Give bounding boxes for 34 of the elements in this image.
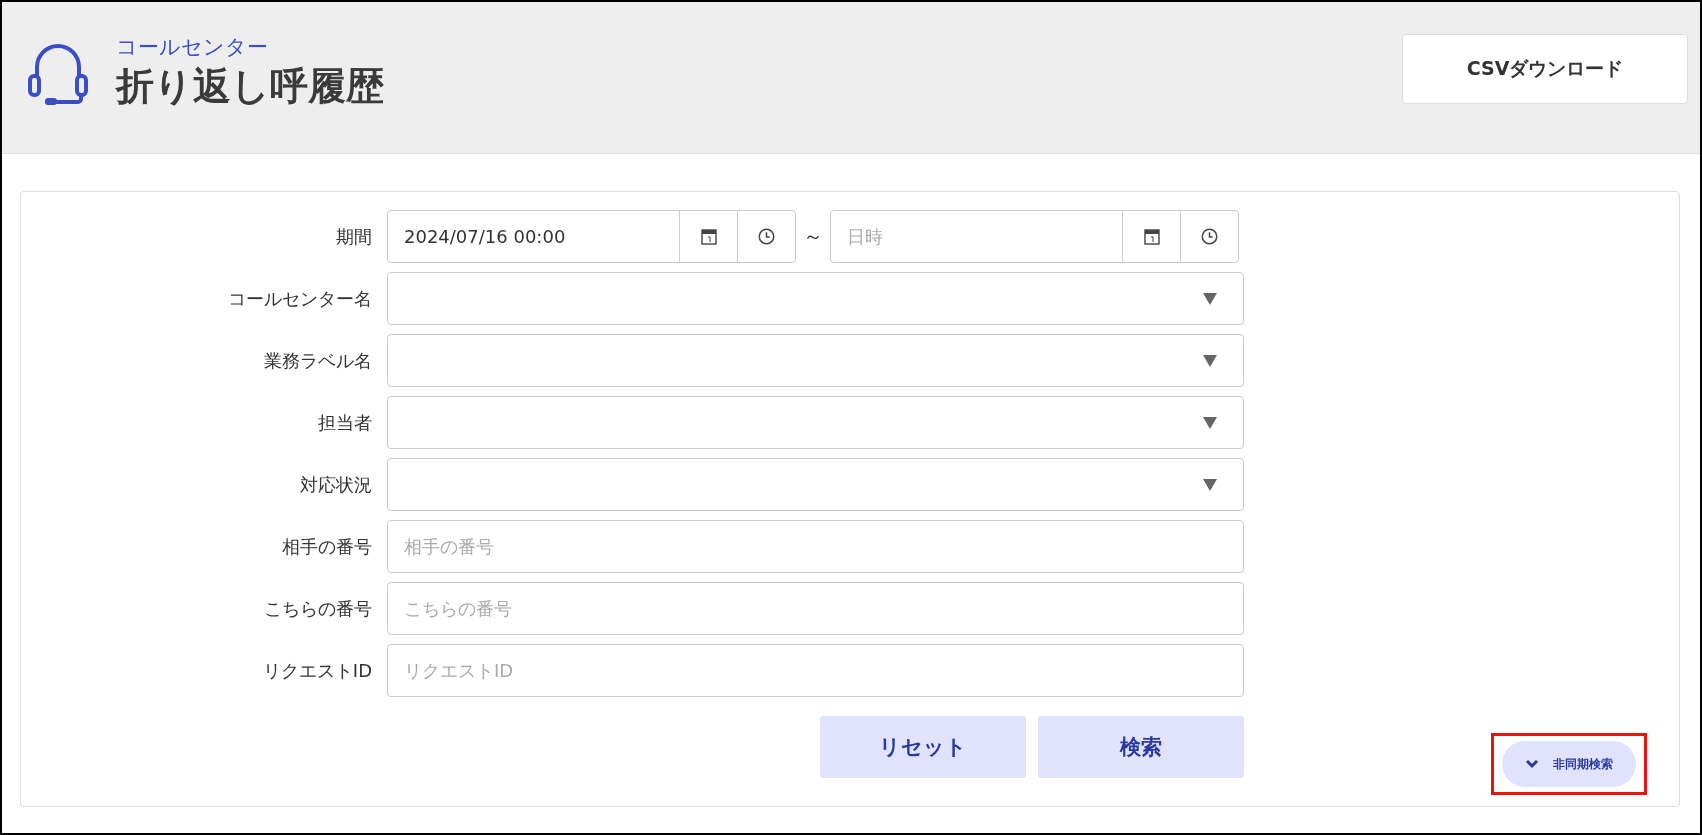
dropdown-arrow-icon bbox=[1203, 416, 1217, 429]
input-field[interactable]: こちらの番号 bbox=[387, 582, 1244, 635]
field-label: 担当者 bbox=[317, 410, 373, 435]
chevron-down-icon bbox=[1525, 759, 1539, 769]
field-label: こちらの番号 bbox=[263, 596, 373, 621]
field-label: 期間 bbox=[335, 224, 373, 249]
input-field[interactable]: 相手の番号 bbox=[387, 520, 1244, 573]
action-button[interactable]: 検索 bbox=[1038, 716, 1244, 778]
clock-icon[interactable] bbox=[758, 228, 775, 245]
calendar-icon[interactable] bbox=[700, 228, 717, 245]
csv-download-button[interactable]: CSVダウンロード bbox=[1402, 34, 1688, 104]
range-separator: ～ bbox=[802, 223, 824, 250]
page-title: 折り返し呼履歴 bbox=[116, 63, 384, 110]
dropdown-arrow-icon bbox=[1203, 292, 1217, 305]
field-value: 2024/07/16 00:00 bbox=[403, 225, 567, 249]
clock-icon[interactable] bbox=[1201, 228, 1218, 245]
select-field[interactable] bbox=[387, 334, 1244, 387]
calendar-icon[interactable] bbox=[1143, 228, 1160, 245]
field-label: 相手の番号 bbox=[281, 534, 373, 559]
field-label: 業務ラベル名 bbox=[263, 348, 373, 373]
field-placeholder: 日時 bbox=[846, 224, 884, 249]
async-search-toggle[interactable]: 非同期検索 bbox=[1502, 741, 1636, 787]
select-field[interactable] bbox=[387, 458, 1244, 511]
select-field[interactable] bbox=[387, 396, 1244, 449]
dropdown-arrow-icon bbox=[1203, 354, 1217, 367]
field-label: 対応状況 bbox=[299, 472, 373, 497]
dropdown-arrow-icon bbox=[1203, 478, 1217, 491]
action-button[interactable]: リセット bbox=[820, 716, 1026, 778]
header-subtitle: コールセンター bbox=[116, 34, 269, 60]
select-field[interactable] bbox=[387, 272, 1244, 325]
input-field[interactable]: リクエストID bbox=[387, 644, 1244, 697]
field-label: リクエストID bbox=[261, 658, 373, 683]
field-label: コールセンター名 bbox=[227, 286, 373, 311]
datetime-field[interactable]: 2024/07/16 00:00 bbox=[387, 210, 796, 263]
